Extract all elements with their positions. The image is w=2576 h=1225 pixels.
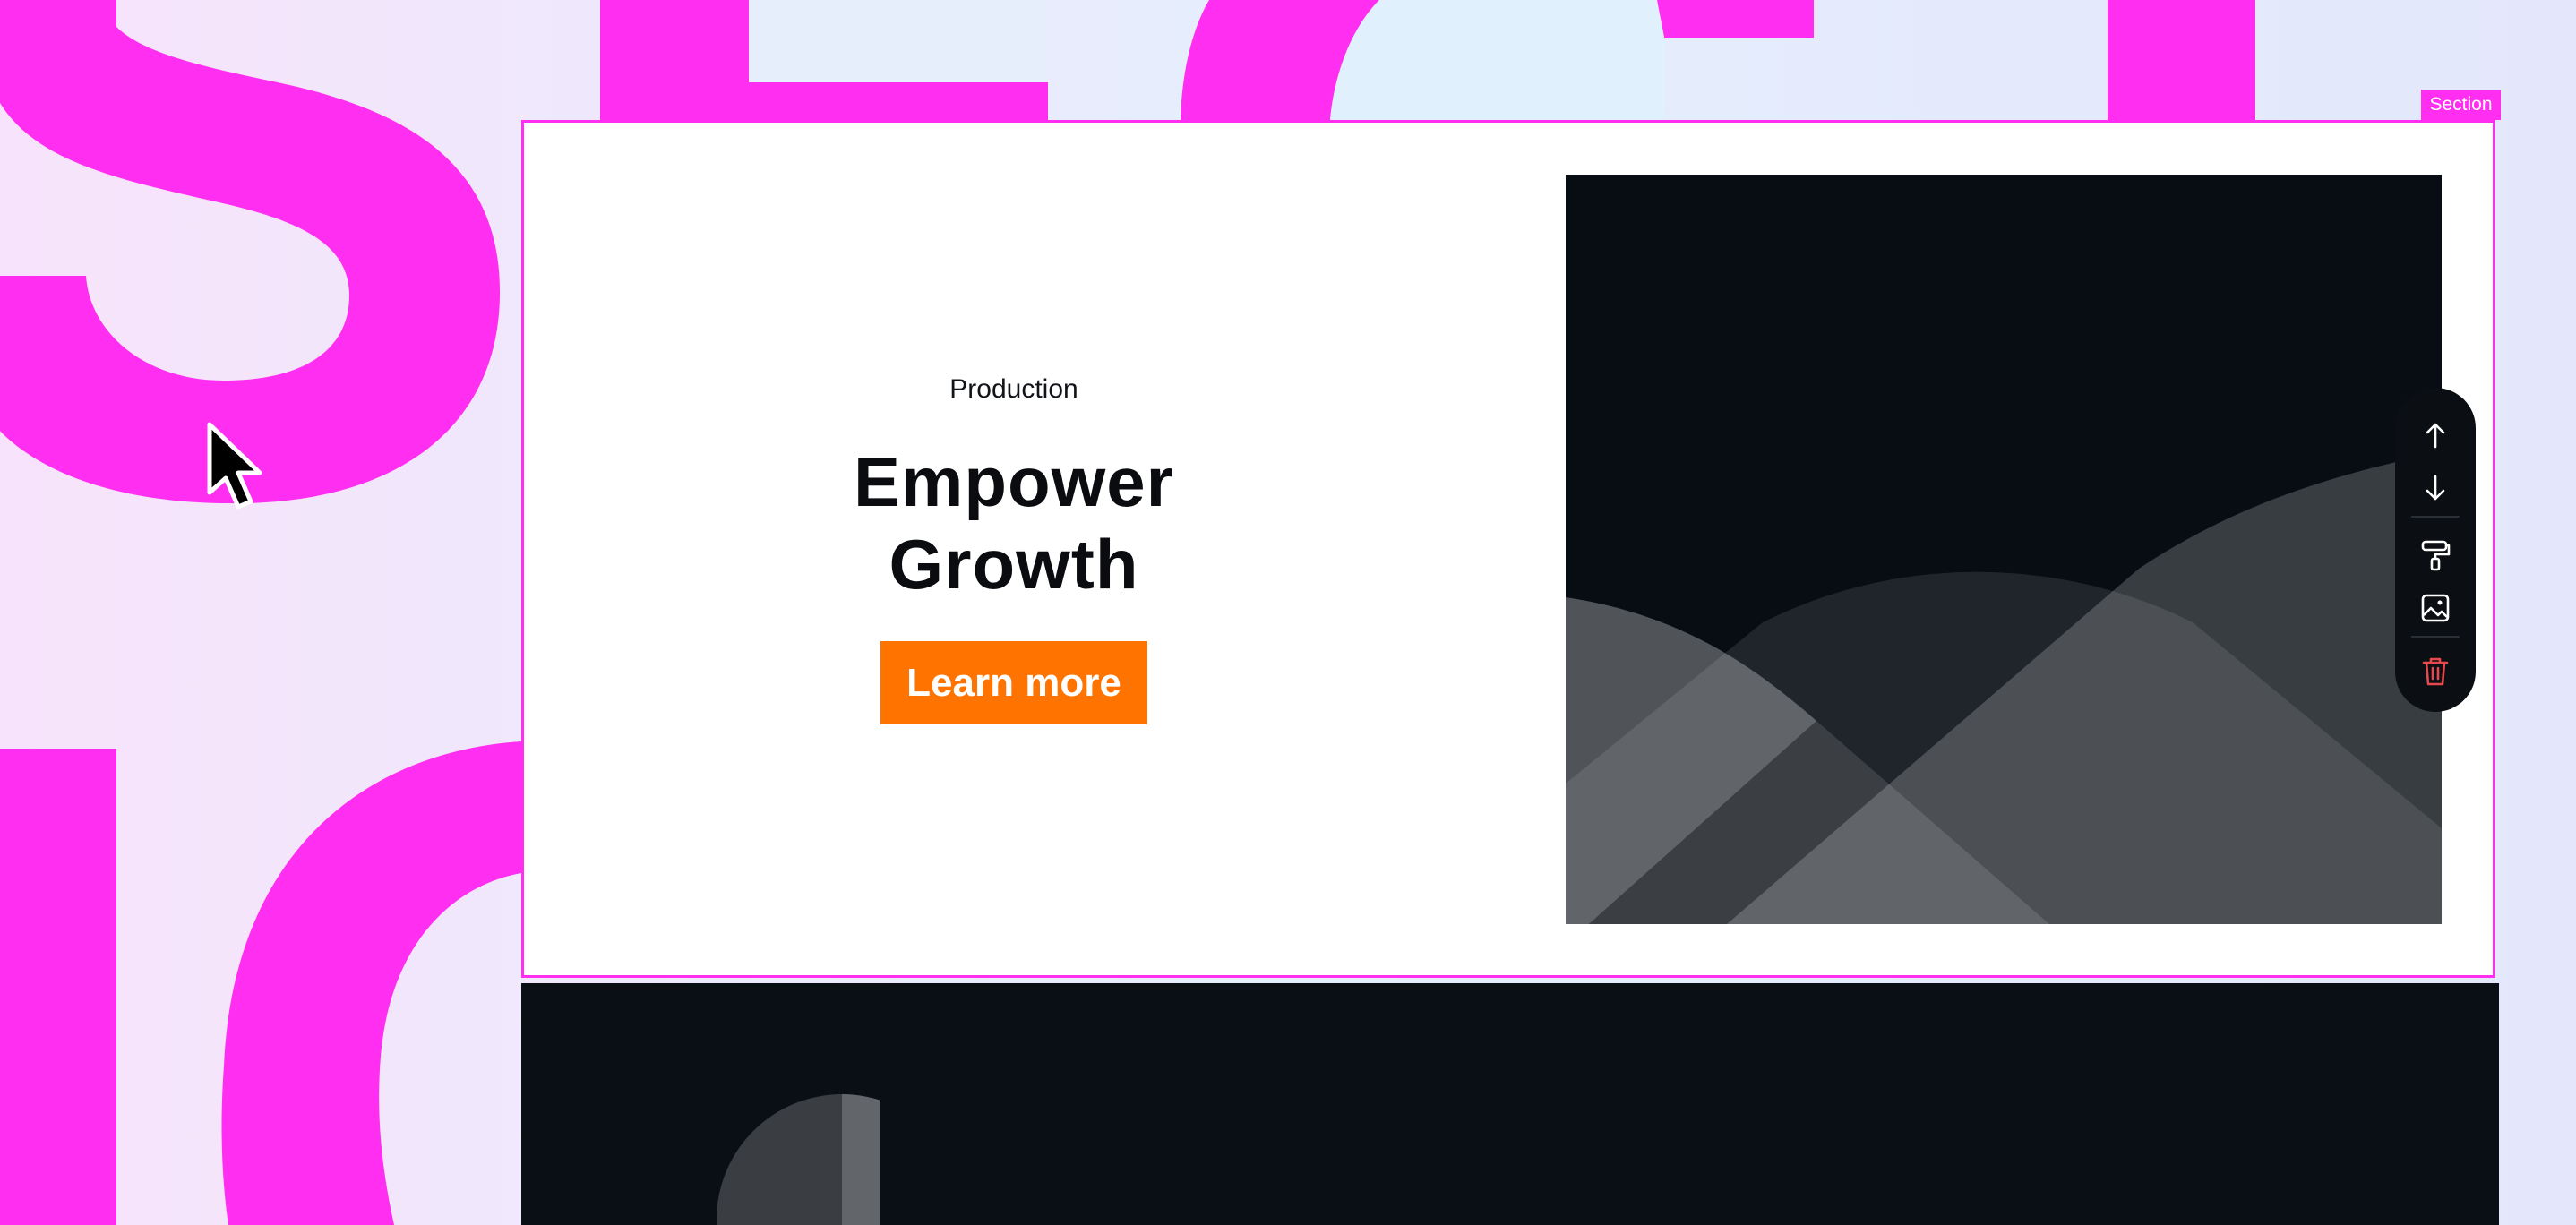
arrow-down-icon [2426, 475, 2445, 501]
mountain-placeholder-image [1566, 175, 2442, 924]
arrow-up-icon [2426, 423, 2445, 449]
section-toolbar [2395, 388, 2476, 712]
bg-letter-o [221, 741, 521, 1225]
hero-image-placeholder[interactable] [1566, 175, 2442, 924]
headline-line-2: Growth [889, 525, 1139, 604]
section-tag: Section [2421, 90, 2501, 120]
bg-letter-c-right [1657, 0, 1814, 38]
image-icon [2421, 594, 2450, 622]
move-up-button[interactable] [2413, 413, 2458, 458]
mouse-cursor-icon [207, 422, 262, 510]
headline-line-1: Empower [853, 442, 1175, 521]
half-circle-placeholder [717, 1094, 967, 1225]
hero-headline: Empower Growth [770, 441, 1258, 605]
toolbar-divider [2411, 516, 2460, 518]
image-button[interactable] [2413, 586, 2458, 630]
next-section[interactable] [521, 983, 2499, 1225]
style-button[interactable] [2413, 533, 2458, 578]
bg-letter-i [0, 749, 116, 1225]
move-down-button[interactable] [2413, 466, 2458, 510]
eyebrow-text: Production [949, 374, 1078, 404]
learn-more-button[interactable]: Learn more [880, 641, 1147, 724]
toolbar-divider [2411, 636, 2460, 638]
trash-icon [2422, 657, 2449, 686]
paint-roller-icon [2421, 540, 2451, 571]
bg-letter-t [2108, 0, 2255, 120]
delete-button[interactable] [2413, 649, 2458, 694]
